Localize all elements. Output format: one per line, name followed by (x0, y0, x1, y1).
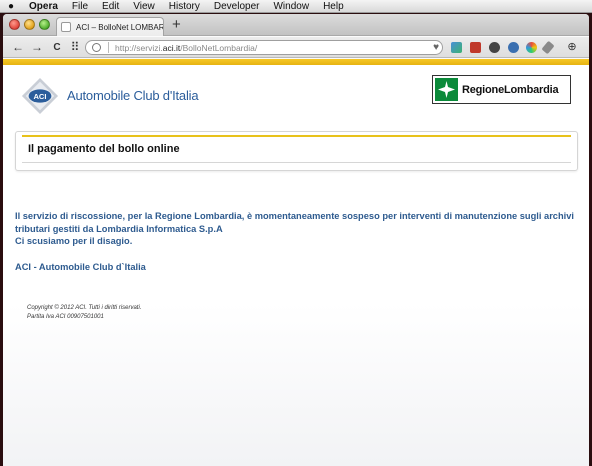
vat-number: Partita Iva ACI 00907501001 (27, 314, 104, 320)
wrench-icon[interactable] (541, 40, 555, 55)
service-message: Il servizio di riscossione, per la Regio… (15, 210, 580, 248)
browser-toolbar: ← → C ⠿ http://servizi.aci.it/BolloNetLo… (3, 37, 589, 58)
title-bar: ACI – BolloNet LOMBARDIA + (3, 14, 589, 36)
reload-button[interactable]: C (50, 40, 64, 55)
apple-icon[interactable]: ● (0, 1, 22, 12)
copyright-text: Copyright © 2012 ACI. Tutti i diritti ri… (27, 305, 142, 311)
address-divider (108, 42, 109, 53)
web-page: ACI Automobile Club d'Italia RegioneLomb… (3, 59, 589, 466)
speed-dial-button[interactable]: ⠿ (68, 40, 82, 55)
copyright-block: Copyright © 2012 ACI. Tutti i diritti ri… (27, 304, 141, 322)
menu-app-opera[interactable]: Opera (22, 0, 65, 13)
region-name: RegioneLombardia (462, 84, 559, 96)
regione-lombardia-logo[interactable]: RegioneLombardia (432, 75, 571, 104)
extension-4-icon[interactable] (508, 42, 519, 53)
gear-icon[interactable] (489, 42, 500, 53)
url-scheme: http://servizi. (115, 42, 163, 53)
message-line-3: Ci scusiamo per il disagio. (15, 236, 133, 246)
panel-accent-line (22, 135, 571, 137)
browser-window: ACI – BolloNet LOMBARDIA + ← → C ⠿ http:… (3, 14, 589, 466)
header-accent-band (3, 59, 589, 65)
url-host: aci.it (162, 42, 181, 53)
page-title: Il pagamento del bollo online (28, 143, 180, 155)
panel-divider (22, 162, 571, 163)
lombardia-rose-icon (435, 78, 458, 101)
page-favicon-icon (61, 22, 71, 32)
message-line-1: Il servizio di riscossione, per la Regio… (15, 211, 574, 221)
menu-developer[interactable]: Developer (207, 0, 267, 13)
aci-logo-icon[interactable]: ACI (21, 77, 59, 115)
menu-history[interactable]: History (162, 0, 207, 13)
url-text: http://servizi.aci.it/BolloNetLombardia/ (115, 43, 257, 53)
menu-file[interactable]: File (65, 0, 95, 13)
globe-icon (92, 43, 101, 52)
minimize-window-button[interactable] (24, 19, 35, 30)
title-panel: Il pagamento del bollo online (15, 131, 578, 171)
message-line-2: tributari gestiti da Lombardia Informati… (15, 223, 223, 234)
menu-help[interactable]: Help (316, 0, 351, 13)
new-tab-button[interactable]: + (172, 16, 181, 34)
zoom-window-button[interactable] (39, 19, 50, 30)
menu-view[interactable]: View (126, 0, 162, 13)
forward-button[interactable]: → (30, 40, 44, 55)
aci-logo-text: ACI (33, 92, 46, 101)
browser-tab[interactable]: ACI – BolloNet LOMBARDIA (56, 17, 164, 36)
menu-edit[interactable]: Edit (95, 0, 126, 13)
extension-2-icon[interactable] (470, 42, 481, 53)
menu-window[interactable]: Window (266, 0, 316, 13)
url-path: /BolloNetLombardia/ (180, 42, 258, 53)
footer-brand: ACI - Automobile Club d`Italia (15, 262, 146, 272)
extension-1-icon[interactable] (451, 42, 462, 53)
heart-icon[interactable]: ♥ (433, 42, 439, 53)
address-bar[interactable]: http://servizi.aci.it/BolloNetLombardia/… (85, 40, 443, 55)
close-window-button[interactable] (9, 19, 20, 30)
back-button[interactable]: ← (11, 40, 25, 55)
extension-5-icon[interactable] (526, 42, 537, 53)
tab-title: ACI – BolloNet LOMBARDIA (76, 22, 163, 32)
download-icon[interactable]: ⊕ (565, 40, 579, 55)
aci-brand-name[interactable]: Automobile Club d'Italia (67, 88, 199, 103)
mac-menu-bar: ● Opera File Edit View History Developer… (0, 0, 592, 13)
